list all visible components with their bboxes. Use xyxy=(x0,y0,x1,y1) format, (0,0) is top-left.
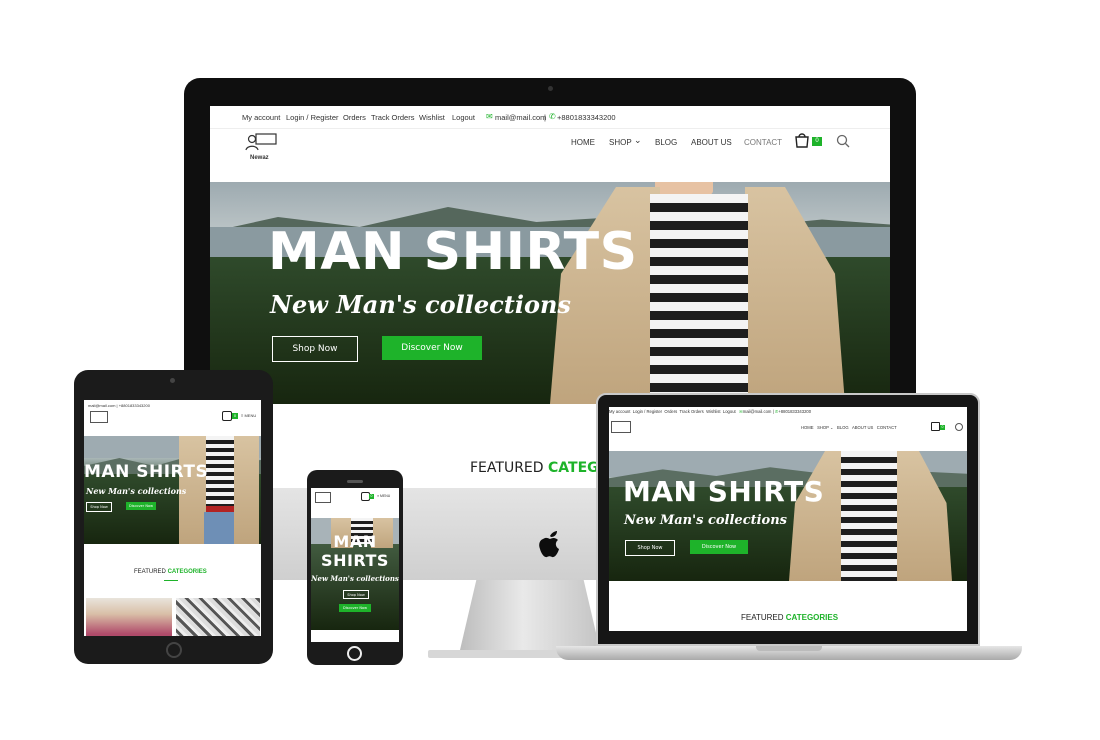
top-bar: My account Login / Register Orders Track… xyxy=(210,106,890,129)
top-separator: | xyxy=(544,113,546,122)
laptop-hero: MAN SHIRTS New Man's collections Shop No… xyxy=(609,451,967,581)
phone-menu-label[interactable]: ≡ MENU xyxy=(377,494,390,498)
search-icon[interactable] xyxy=(836,134,850,148)
tablet-cart-count: 0 xyxy=(232,413,238,419)
phone-hero-subtitle: New Man's collections xyxy=(311,574,399,583)
phone-device: 0 ≡ MENU MAN SHIRTS New Man's collections… xyxy=(307,470,403,665)
laptop-notch xyxy=(756,646,822,651)
hamburger-icon: ≡ xyxy=(241,413,244,418)
hero-subtitle: New Man's collections xyxy=(270,290,571,319)
logo-icon xyxy=(245,133,277,151)
tablet-logo[interactable] xyxy=(90,411,108,423)
top-link-wishlist[interactable]: Wishlist xyxy=(419,113,445,122)
tablet-discover-now-button[interactable]: Discover Now xyxy=(126,502,156,510)
laptop-nav-home[interactable]: HOME xyxy=(801,425,814,430)
featured-prefix: FEATURED xyxy=(470,460,544,476)
discover-now-button[interactable]: Discover Now xyxy=(382,336,482,360)
phone-cart-count: 0 xyxy=(369,494,374,499)
mail-icon: ✉ xyxy=(486,112,493,121)
laptop-cart-icon[interactable] xyxy=(931,422,940,431)
top-phone[interactable]: +8801833343200 xyxy=(557,113,616,122)
phone-home-button[interactable] xyxy=(347,646,362,661)
tablet-hero-subtitle: New Man's collections xyxy=(86,486,187,496)
laptop-search-icon[interactable] xyxy=(955,423,963,431)
nav-home[interactable]: HOME xyxy=(571,138,595,147)
shop-now-button[interactable]: Shop Now xyxy=(272,336,358,362)
site-header: Newaz HOME SHOP ⌄ BLOG ABOUT US CONTACT … xyxy=(210,128,890,183)
tablet-cart-icon[interactable] xyxy=(222,411,232,421)
phone-hero: MAN SHIRTS New Man's collections Shop Now… xyxy=(311,518,399,630)
laptop-featured-heading: FEATURED CATEGORIES xyxy=(741,613,839,622)
laptop-nav-shop[interactable]: SHOP xyxy=(817,425,829,430)
laptop-discover-now-button[interactable]: Discover Now xyxy=(690,540,748,554)
site-logo[interactable]: Newaz xyxy=(244,132,280,161)
nav-contact[interactable]: CONTACT xyxy=(744,138,782,147)
tablet-home-button[interactable] xyxy=(166,642,182,658)
phone-speaker xyxy=(347,480,363,483)
top-link-logout[interactable]: Logout xyxy=(452,113,475,122)
cart-icon[interactable] xyxy=(794,132,810,148)
laptop-screen: My account Login / Register Orders Track… xyxy=(609,407,967,631)
top-link-track-orders[interactable]: Track Orders xyxy=(371,113,414,122)
hero-title: MAN SHIRTS xyxy=(268,222,638,282)
phone-screen: 0 ≡ MENU MAN SHIRTS New Man's collections… xyxy=(311,488,399,642)
hero-banner: MAN SHIRTS New Man's collections Shop No… xyxy=(210,182,890,404)
top-link-orders[interactable]: Orders xyxy=(343,113,366,122)
tablet-featured-underline xyxy=(164,580,178,581)
tablet-featured-heading: FEATURED CATEGORIES xyxy=(134,569,207,575)
tablet-camera xyxy=(170,378,175,383)
nav-blog[interactable]: BLOG xyxy=(655,138,677,147)
cart-count-badge: 0 xyxy=(812,137,822,146)
tablet-device: mail@mail.com | +8801833343200 0 ≡ MENU … xyxy=(74,370,273,664)
laptop-nav-about[interactable]: ABOUT US xyxy=(852,425,873,430)
nav-shop[interactable]: SHOP xyxy=(609,138,632,147)
phone-hamburger-icon: ≡ xyxy=(377,494,380,498)
top-email[interactable]: mail@mail.com xyxy=(495,113,546,122)
tablet-hero-title: MAN SHIRTS xyxy=(84,462,209,482)
laptop-cart-count: 0 xyxy=(940,425,945,430)
tablet-screen: mail@mail.com | +8801833343200 0 ≡ MENU … xyxy=(84,400,261,636)
laptop-nav: HOME SHOP ⌄ BLOG ABOUT US CONTACT xyxy=(801,425,897,430)
laptop-shop-now-button[interactable]: Shop Now xyxy=(625,540,675,556)
imac-stand xyxy=(460,578,600,650)
phone-shop-now-button[interactable]: Shop Now xyxy=(343,590,369,599)
nav-about-us[interactable]: ABOUT US xyxy=(691,138,732,147)
tablet-menu-label[interactable]: ≡ MENU xyxy=(241,413,256,418)
top-link-login[interactable]: Login / Register xyxy=(286,113,339,122)
top-link-my-account[interactable]: My account xyxy=(242,113,280,122)
laptop-hero-subtitle: New Man's collections xyxy=(624,513,787,528)
chevron-down-icon[interactable]: ⌄ xyxy=(634,135,642,146)
apple-logo-icon xyxy=(537,528,563,560)
tablet-category-thumb-2[interactable] xyxy=(176,598,260,636)
tablet-top-contact: mail@mail.com | +8801833343200 xyxy=(88,403,150,408)
laptop-nav-contact[interactable]: CONTACT xyxy=(877,425,897,430)
tablet-category-thumb-1[interactable] xyxy=(86,598,172,636)
phone-hero-title: MAN SHIRTS xyxy=(321,532,389,570)
logo-text: Newaz xyxy=(250,155,269,161)
laptop-nav-blog[interactable]: BLOG xyxy=(837,425,849,430)
phone-discover-now-button[interactable]: Discover Now xyxy=(339,604,371,612)
imac-camera xyxy=(548,86,553,91)
laptop-logo[interactable] xyxy=(611,421,631,433)
phone-icon: ✆ xyxy=(549,112,556,121)
laptop-hero-title: MAN SHIRTS xyxy=(623,475,825,508)
laptop-top-bar: My account Login / Register Orders Track… xyxy=(609,409,812,414)
phone-logo[interactable] xyxy=(315,492,331,503)
tablet-hero: MAN SHIRTS New Man's collections Shop No… xyxy=(84,436,261,544)
tablet-shop-now-button[interactable]: Shop Now xyxy=(86,502,112,512)
